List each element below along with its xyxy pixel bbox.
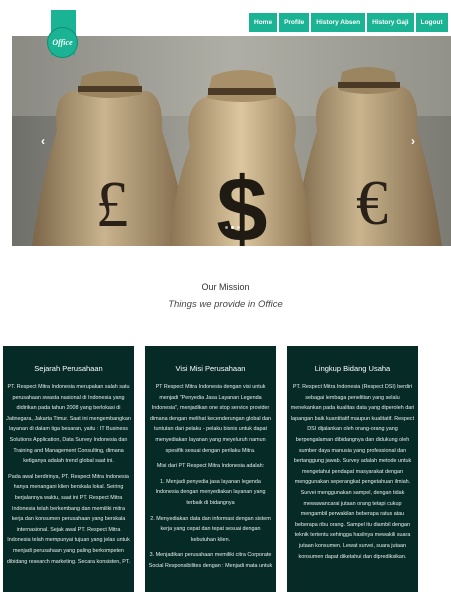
top-nav: Home Profile History Absen History Gaji … (249, 13, 448, 32)
card-body: PT. Respect Mitra Indonesia (Respect DSI… (287, 382, 418, 562)
slider-dot[interactable] (237, 226, 240, 229)
slider-dot[interactable] (225, 226, 228, 229)
card-paragraph: 3. Menjadikan perusahaan memiliki citra … (148, 552, 273, 569)
svg-text:£: £ (96, 168, 129, 241)
card-paragraph: PT Respect Mitra Indonesia dengan visi u… (149, 384, 272, 454)
hero-slider: £ € $ (12, 36, 451, 246)
mission-subtitle: Things we provide in Office (168, 299, 283, 310)
card-title: Lingkup Bidang Usaha (314, 364, 391, 373)
card-body: PT Respect Mitra Indonesia dengan visi u… (145, 382, 276, 572)
logo-text: Office (52, 38, 73, 47)
card-paragraph: 2. Menyediakan data dan informasi dengan… (150, 515, 271, 543)
card-paragraph: PT. Respect Mitra Indonesia (Respect DSI… (290, 384, 415, 560)
slider-dot-active[interactable] (231, 226, 234, 229)
card-visi-misi: Visi Misi Perusahaan PT Respect Mitra In… (145, 346, 276, 592)
slider-image-money-bags: £ € $ (12, 36, 451, 246)
svg-text:€: € (356, 167, 388, 238)
slider-next-button[interactable]: › (411, 134, 415, 148)
nav-item-history-gaji[interactable]: History Gaji (367, 13, 414, 32)
chevron-right-icon: › (411, 134, 415, 148)
slider-prev-button[interactable]: ‹ (41, 134, 45, 148)
nav-item-history-absen[interactable]: History Absen (311, 13, 366, 32)
slider-indicators (225, 226, 240, 229)
card-paragraph: Misi dari PT Respect Mitra Indonesia ada… (156, 463, 265, 470)
card-body: PT. Respect Mitra Indonesia merupakan sa… (3, 382, 134, 567)
card-title: Visi Misi Perusahaan (175, 364, 246, 373)
card-lingkup: Lingkup Bidang Usaha PT. Respect Mitra I… (287, 346, 418, 592)
logo[interactable]: Office (47, 27, 78, 58)
card-sejarah: Sejarah Perusahaan PT. Respect Mitra Ind… (3, 346, 134, 592)
nav-item-home[interactable]: Home (249, 13, 278, 32)
mission-title: Our Mission (201, 282, 250, 292)
nav-item-logout[interactable]: Logout (415, 13, 448, 32)
chevron-left-icon: ‹ (41, 134, 45, 148)
nav-item-profile[interactable]: Profile (279, 13, 310, 32)
card-paragraph: PT. Respect Mitra Indonesia merupakan sa… (6, 384, 131, 465)
svg-text:$: $ (216, 159, 267, 246)
card-paragraph: 1. Menjadi penyedia jasa layanan legenda… (155, 478, 266, 506)
card-title: Sejarah Perusahaan (34, 364, 103, 373)
card-paragraph: Pada awal berdirinya, PT. Respect Mitra … (6, 473, 131, 565)
